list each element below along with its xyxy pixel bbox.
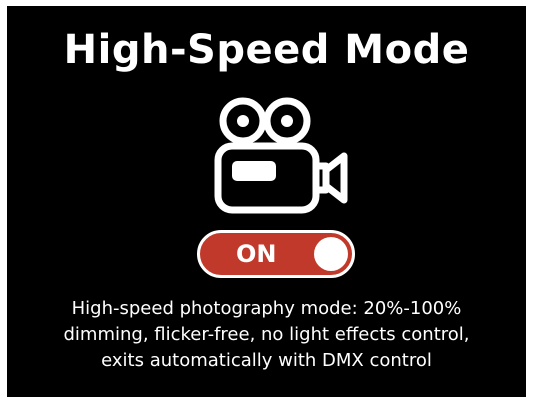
high-speed-mode-toggle[interactable]: ON	[197, 230, 355, 278]
toggle-knob	[314, 237, 348, 271]
toggle-state-label: ON	[236, 240, 277, 268]
page-title: High-Speed Mode	[63, 27, 470, 73]
description-line: dimming, flicker-free, no light effects …	[63, 324, 470, 345]
description-line: High-speed photography mode: 20%-100%	[71, 298, 462, 319]
description-line: exits automatically with DMX control	[101, 350, 432, 371]
mode-description: High-speed photography mode: 20%-100% di…	[17, 296, 516, 374]
movie-camera-icon	[210, 94, 350, 218]
high-speed-mode-screen: High-Speed Mode ON High-speed photograph…	[7, 6, 526, 397]
